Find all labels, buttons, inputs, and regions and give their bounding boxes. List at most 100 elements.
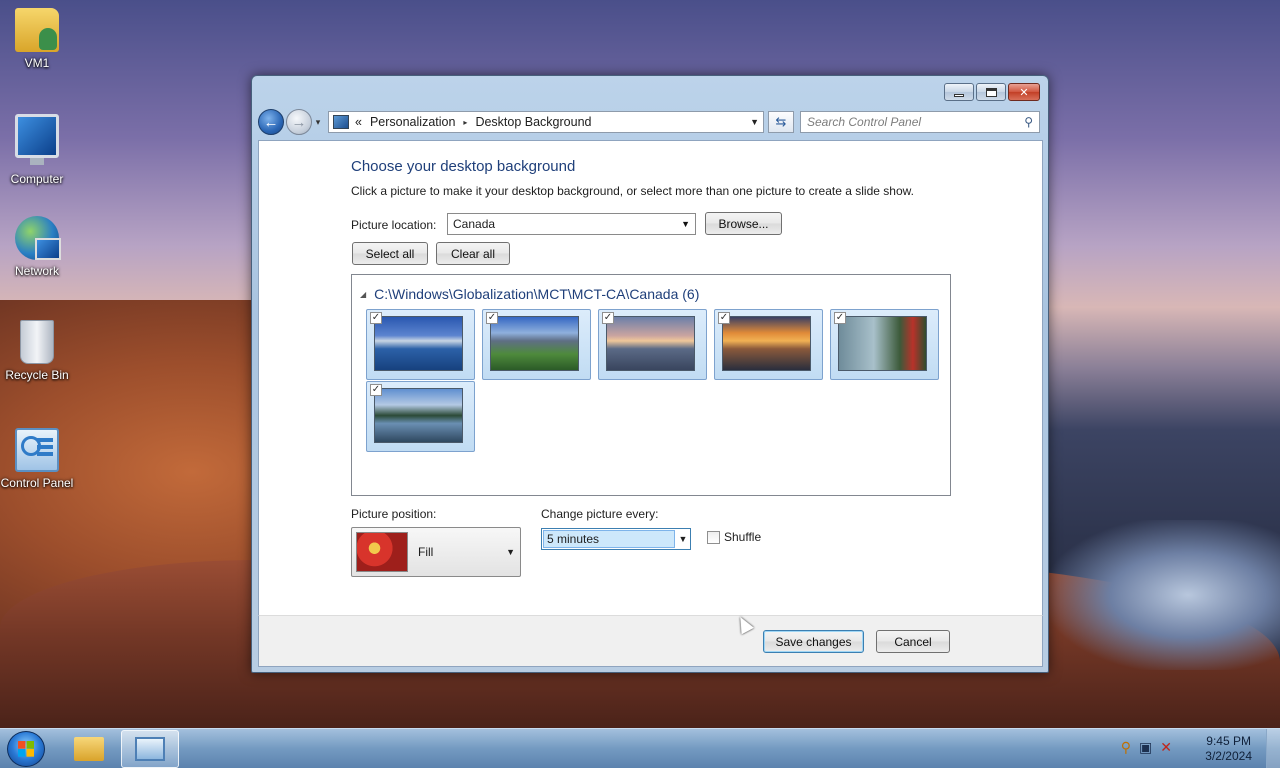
- picture-position-value: Fill: [418, 545, 434, 559]
- breadcrumb-personalization[interactable]: Personalization: [370, 115, 455, 129]
- desktop-icon-label: VM1: [24, 56, 50, 70]
- browse-button[interactable]: Browse...: [705, 212, 782, 235]
- wallpaper-image: [838, 316, 927, 371]
- navigation-bar: ← → ▾ « Personalization ▸ Desktop Backgr…: [258, 108, 1042, 136]
- minimize-button[interactable]: [944, 83, 974, 101]
- desktop-icon-label: Computer: [10, 172, 64, 186]
- clear-all-button[interactable]: Clear all: [436, 242, 510, 265]
- breadcrumb-overflow[interactable]: «: [355, 115, 362, 129]
- control-panel-icon: [135, 737, 165, 761]
- shuffle-option[interactable]: Shuffle: [707, 530, 761, 544]
- taskbar-control-panel[interactable]: [121, 730, 179, 768]
- address-bar[interactable]: « Personalization ▸ Desktop Background ▼: [328, 111, 764, 133]
- search-box[interactable]: ⚲: [800, 111, 1040, 133]
- picture-position-label: Picture position:: [351, 507, 437, 521]
- back-button[interactable]: ←: [258, 109, 284, 135]
- shuffle-checkbox[interactable]: [707, 530, 720, 544]
- desktop-icon-control-panel[interactable]: Control Panel: [0, 428, 74, 490]
- wallpaper-image: [722, 316, 811, 371]
- refresh-button[interactable]: ⇆: [768, 111, 794, 133]
- select-all-button[interactable]: Select all: [352, 242, 428, 265]
- picture-position-select[interactable]: Fill ▼: [351, 527, 521, 577]
- chevron-down-icon: ▾: [315, 116, 321, 127]
- page-title: Choose your desktop background: [351, 158, 576, 175]
- clock-date: 3/2/2024: [1205, 749, 1252, 763]
- chevron-down-icon: ▼: [678, 534, 688, 544]
- volume-muted-icon[interactable]: ✕: [1160, 739, 1172, 756]
- canoe-lake-thumbnail[interactable]: ✓: [830, 309, 939, 380]
- control-panel-small-icon: [333, 115, 349, 129]
- desktop-icon-computer[interactable]: Computer: [0, 114, 74, 186]
- maximize-icon: [985, 87, 997, 97]
- thumbnail-checkbox[interactable]: ✓: [486, 312, 498, 324]
- lighthouse-thumbnail[interactable]: ✓: [598, 309, 707, 380]
- close-icon: ✕: [1019, 86, 1029, 99]
- mountain-lake-thumbnail[interactable]: ✓: [366, 309, 475, 380]
- save-changes-button[interactable]: Save changes: [763, 630, 864, 653]
- page-description: Click a picture to make it your desktop …: [351, 184, 914, 198]
- action-center-icon[interactable]: ⚲: [1121, 739, 1131, 756]
- taskbar: ⚲ ▣ ✕ 9:45 PM 3/2/2024: [0, 728, 1280, 768]
- thumbnail-checkbox[interactable]: ✓: [370, 312, 382, 324]
- wallpaper-image: [374, 388, 463, 443]
- thumbnail-checkbox[interactable]: ✓: [602, 312, 614, 324]
- minimize-icon: [954, 93, 964, 97]
- shuffle-label: Shuffle: [724, 530, 762, 544]
- clock-time: 9:45 PM: [1206, 734, 1251, 748]
- content-pane: Choose your desktop background Click a p…: [258, 140, 1043, 615]
- island-lake-thumbnail[interactable]: ✓: [366, 381, 475, 452]
- desktop-wallpaper-waves: [1050, 520, 1280, 670]
- wallpaper-image: [374, 316, 463, 371]
- back-arrow-icon: ←: [263, 113, 279, 131]
- dialog-footer: Save changes Cancel: [258, 615, 1043, 667]
- recycle-bin-icon: [20, 320, 54, 364]
- control-panel-icon: [15, 428, 59, 472]
- maximize-button[interactable]: [976, 83, 1006, 101]
- mountain-creek-thumbnail[interactable]: ✓: [482, 309, 591, 380]
- system-tray: ⚲ ▣ ✕: [1121, 739, 1172, 756]
- cancel-button[interactable]: Cancel: [876, 630, 950, 653]
- chevron-down-icon: ▼: [681, 219, 690, 229]
- close-button[interactable]: ✕: [1008, 83, 1040, 101]
- collapse-group-icon[interactable]: ◢: [360, 290, 366, 299]
- desktop-icon-label: Network: [14, 264, 59, 278]
- clock[interactable]: 9:45 PM 3/2/2024: [1205, 734, 1252, 764]
- change-picture-interval-value: 5 minutes: [543, 530, 675, 548]
- start-button[interactable]: [7, 731, 45, 767]
- desktop-icon-label: Control Panel: [0, 476, 74, 490]
- wallpaper-image: [490, 316, 579, 371]
- network-icon: [15, 216, 61, 260]
- recent-pages-button[interactable]: ▾: [312, 117, 324, 128]
- desktop-icon-recycle-bin[interactable]: Recycle Bin: [0, 320, 74, 382]
- picture-location-value: Canada: [453, 217, 496, 231]
- refresh-icon: ⇆: [775, 114, 787, 129]
- desktop-icon-vm1[interactable]: VM1: [0, 8, 74, 70]
- breadcrumb-desktop-background[interactable]: Desktop Background: [475, 115, 591, 129]
- search-icon[interactable]: ⚲: [1024, 115, 1033, 129]
- user-folder-icon: [15, 8, 59, 52]
- change-picture-every-label: Change picture every:: [541, 507, 659, 521]
- address-dropdown-icon[interactable]: ▼: [750, 117, 759, 127]
- search-input[interactable]: [807, 115, 1025, 129]
- taskbar-windows-explorer[interactable]: [60, 730, 118, 768]
- thumbnail-checkbox[interactable]: ✓: [370, 384, 382, 396]
- window-controls: ✕: [944, 83, 1040, 101]
- group-header[interactable]: ◢ C:\Windows\Globalization\MCT\MCT-CA\Ca…: [360, 286, 699, 302]
- picture-location-label: Picture location:: [351, 218, 437, 232]
- desktop-background-window: ✕ ← → ▾ « Personalization ▸ Desktop Back…: [251, 75, 1049, 673]
- network-tray-icon[interactable]: ▣: [1139, 739, 1152, 756]
- picture-gallery: ◢ C:\Windows\Globalization\MCT\MCT-CA\Ca…: [351, 274, 951, 496]
- group-title: C:\Windows\Globalization\MCT\MCT-CA\Cana…: [374, 286, 700, 302]
- sunset-lake-thumbnail[interactable]: ✓: [714, 309, 823, 380]
- thumbnail-checkbox[interactable]: ✓: [718, 312, 730, 324]
- thumbnail-checkbox[interactable]: ✓: [834, 312, 846, 324]
- forward-arrow-icon: →: [291, 113, 307, 131]
- forward-button[interactable]: →: [286, 109, 312, 135]
- show-desktop-button[interactable]: [1266, 729, 1280, 768]
- change-picture-interval-select[interactable]: 5 minutes ▼: [541, 528, 691, 550]
- picture-location-select[interactable]: Canada ▼: [447, 213, 696, 235]
- wallpaper-image: [606, 316, 695, 371]
- breadcrumb-separator-icon[interactable]: ▸: [463, 118, 467, 127]
- desktop-icon-label: Recycle Bin: [5, 368, 69, 382]
- desktop-icon-network[interactable]: Network: [0, 216, 74, 278]
